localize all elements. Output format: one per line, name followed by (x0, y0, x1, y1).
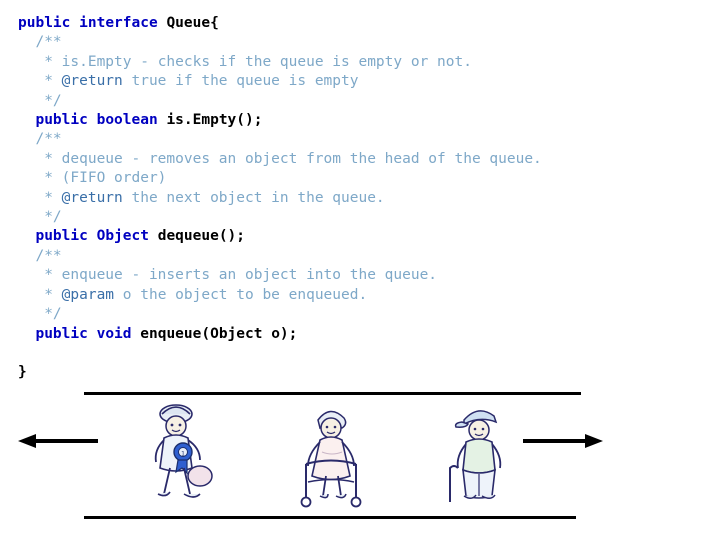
code-token: */ (18, 209, 62, 226)
code-token: is.Empty(); (166, 112, 263, 129)
code-token: * (18, 73, 62, 90)
code-line: * dequeue - removes an object from the h… (18, 150, 542, 169)
code-line: public Object dequeue(); (18, 227, 542, 246)
code-token: */ (18, 306, 62, 323)
code-token: - checks if the queue is empty or not. (131, 53, 472, 70)
svg-text:1: 1 (181, 451, 185, 458)
arrow-shaft (34, 439, 98, 443)
code-token: boolean (96, 112, 158, 129)
code-token: public (35, 325, 88, 342)
code-line: /** (18, 33, 542, 52)
queue-line-diagram: 1 (0, 380, 720, 540)
code-token: void (96, 325, 132, 342)
code-token: interface (79, 15, 158, 31)
slide: public interface Queue{ /** * is.Empty -… (0, 0, 720, 540)
code-token: Queue{ (166, 15, 219, 31)
person-with-cane-end-of-line (432, 398, 552, 514)
code-token: Object (96, 228, 149, 245)
code-line: public void enqueue(Object o); (18, 325, 542, 344)
dequeue-direction-arrow (18, 434, 98, 448)
code-block: public interface Queue{ /** * is.Empty -… (18, 14, 542, 383)
code-token: @return (61, 189, 123, 206)
code-token: * enqueue - inserts an object into the q… (18, 267, 438, 284)
code-line: public interface Queue{ (18, 14, 542, 33)
code-line: /** (18, 130, 542, 149)
code-token: * (18, 189, 62, 206)
code-token: * dequeue - removes an object from the h… (18, 150, 542, 167)
person-walker-illustration (300, 410, 362, 508)
code-line: */ (18, 92, 542, 111)
code-token: /** (18, 247, 62, 264)
code-line: * enqueue - inserts an object into the q… (18, 266, 542, 285)
code-token: enqueue(Object o); (140, 325, 298, 342)
code-token: is.Empty (61, 53, 132, 70)
code-line: * @return true if the queue is empty (18, 72, 542, 91)
code-token: */ (18, 92, 62, 109)
person-cane-illustration (449, 410, 502, 502)
code-line: public boolean is.Empty(); (18, 111, 542, 130)
queue-bottom-rail (84, 516, 576, 519)
code-token: * (FIFO order) (18, 170, 167, 187)
code-token: the next object in the queue. (122, 189, 385, 206)
person-with-ribbon-front-of-line: 1 (128, 398, 248, 514)
code-line: * is.Empty - checks if the queue is empt… (18, 53, 542, 72)
code-token: * (18, 286, 62, 303)
queue-top-rail (84, 392, 581, 395)
code-token: @param (61, 286, 115, 303)
person-with-walker-middle-of-line (282, 398, 402, 514)
person-ribbon-illustration: 1 (154, 404, 213, 498)
code-token: true if the queue is empty (122, 73, 359, 90)
code-token: public (35, 112, 88, 129)
code-token: /** (18, 131, 62, 148)
code-token: } (18, 364, 27, 381)
code-token: o the object to be enqueued. (114, 286, 368, 303)
code-token: * (18, 53, 62, 70)
code-token: public (18, 15, 71, 31)
code-line: * (FIFO order) (18, 169, 542, 188)
code-line: */ (18, 305, 542, 324)
code-line: */ (18, 208, 542, 227)
arrow-head-left-icon (585, 434, 603, 448)
code-token: dequeue(); (157, 228, 246, 245)
code-line: /** (18, 247, 542, 266)
code-line: * @return the next object in the queue. (18, 189, 542, 208)
code-token: @return (61, 73, 123, 90)
code-token: public (35, 228, 88, 245)
code-token: /** (18, 34, 62, 51)
code-line: * @param o the object to be enqueued. (18, 286, 542, 305)
